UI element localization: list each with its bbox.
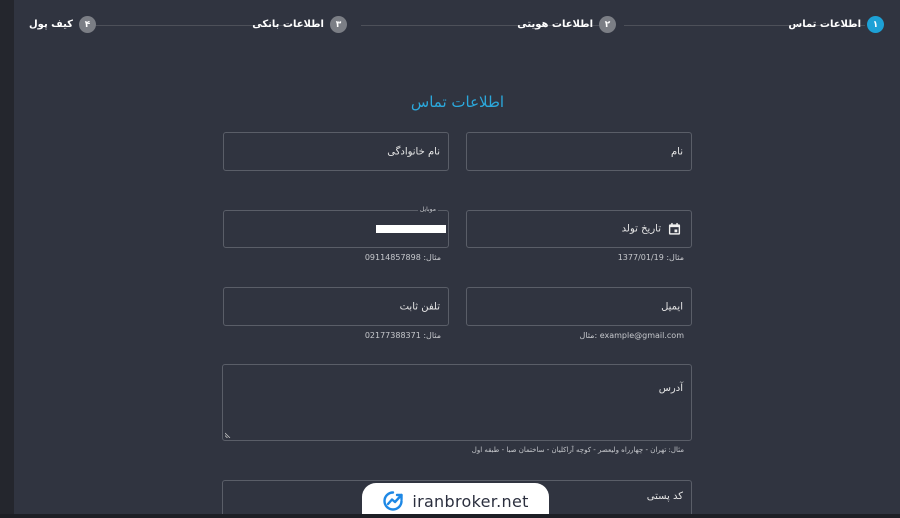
iranbroker-watermark: iranbroker.net xyxy=(362,483,549,518)
last-name-label: نام خانوادگی xyxy=(387,146,440,157)
birth-date-field[interactable]: تاریخ تولد xyxy=(466,210,692,248)
step-number: ۴ xyxy=(79,16,96,33)
email-field[interactable]: ایمیل xyxy=(466,287,692,326)
address-label: آدرس xyxy=(658,383,683,394)
registration-stepper: ۱ اطلاعات تماس ۲ اطلاعات هویتی ۳ اطلاعات… xyxy=(14,0,900,52)
bottom-edge xyxy=(0,514,900,518)
step-wallet[interactable]: ۴ کیف پول xyxy=(29,16,96,33)
postal-code-label: کد پستی xyxy=(646,491,683,502)
step-contact-info[interactable]: ۱ اطلاعات تماس xyxy=(788,16,884,33)
step-number: ۲ xyxy=(599,16,616,33)
redacted-mobile-value xyxy=(376,225,446,233)
mobile-field[interactable]: موبایل xyxy=(223,206,449,248)
first-name-label: نام xyxy=(670,146,683,157)
step-bank-info[interactable]: ۳ اطلاعات بانکی xyxy=(252,16,347,33)
email-hint: مثال: example@gmail.com xyxy=(579,331,684,340)
calendar-icon[interactable] xyxy=(668,222,681,236)
birth-date-label: تاریخ تولد xyxy=(621,223,661,235)
address-hint: مثال: تهران - چهارراه ولیعصر - کوچه آراک… xyxy=(471,446,684,454)
mobile-floating-label: موبایل xyxy=(417,206,438,213)
step-label: کیف پول xyxy=(29,19,73,30)
step-identity-info[interactable]: ۲ اطلاعات هویتی xyxy=(517,16,616,33)
left-sidebar-edge xyxy=(0,0,14,518)
resize-handle-icon[interactable] xyxy=(225,432,231,438)
last-name-field[interactable]: نام خانوادگی xyxy=(223,132,449,171)
first-name-field[interactable]: نام xyxy=(466,132,692,171)
landline-label: تلفن ثابت xyxy=(399,301,440,312)
birth-date-hint: مثال: 1377/01/19 xyxy=(617,253,684,262)
landline-field[interactable]: تلفن ثابت xyxy=(223,287,449,326)
address-field[interactable]: آدرس xyxy=(222,364,692,441)
landline-hint: مثال: 02177388371 xyxy=(364,331,441,340)
step-number: ۱ xyxy=(867,16,884,33)
step-label: اطلاعات هویتی xyxy=(517,19,593,30)
mobile-hint: مثال: 09114857898 xyxy=(364,253,441,262)
watermark-text: iranbroker.net xyxy=(412,491,529,511)
trend-chart-icon xyxy=(383,491,404,511)
email-label: ایمیل xyxy=(661,301,683,312)
step-label: اطلاعات تماس xyxy=(788,19,861,30)
form-title: اطلاعات تماس xyxy=(410,93,505,111)
step-label: اطلاعات بانکی xyxy=(252,19,324,30)
step-number: ۳ xyxy=(330,16,347,33)
